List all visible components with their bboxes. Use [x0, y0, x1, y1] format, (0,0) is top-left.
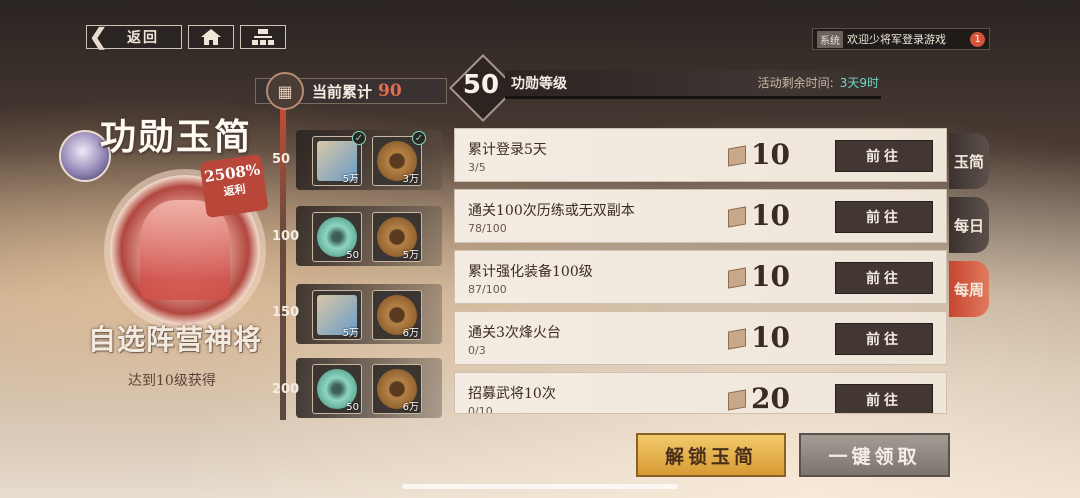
reward-slot[interactable]: 5万 [312, 290, 362, 340]
reward-count: 3万 [402, 174, 419, 185]
back-button[interactable]: ❮ 返回 [86, 24, 182, 50]
remaining-time: 活动剩余时间: 3天9时 [758, 74, 879, 91]
remaining-time-value: 3天9时 [839, 76, 879, 90]
task-name: 累计登录5天 [468, 142, 547, 158]
home-button[interactable] [188, 25, 234, 49]
claimed-check-icon: ✓ [352, 131, 366, 145]
reward-count: 50 [346, 250, 359, 261]
task-progress: 87/100 [468, 283, 507, 296]
level-label: 100 [272, 229, 300, 244]
hero-name: 自选阵营神将 [88, 323, 263, 356]
claim-all-button[interactable]: 一键领取 [799, 433, 950, 477]
task-points: 10 [751, 321, 790, 354]
task-points: 10 [751, 260, 790, 293]
go-button[interactable]: 前往 [835, 262, 933, 294]
task-row: 通关100次历练或无双副本 78/100 10 前往 [454, 189, 947, 243]
reward-count: 5万 [402, 250, 419, 261]
rebate-badge: 2508% 返利 [199, 153, 269, 219]
event-title: 功勋玉简 [100, 116, 253, 158]
hero-requirement: 达到10级获得 [128, 373, 216, 389]
task-name: 通关100次历练或无双副本 [468, 203, 635, 219]
reward-count: 5万 [342, 174, 359, 185]
task-progress: 3/5 [468, 161, 486, 174]
claimed-check-icon: ✓ [412, 131, 426, 145]
level-header: 功勋等级 活动剩余时间: 3天9时 [505, 70, 881, 99]
points-box-icon [728, 267, 746, 289]
level-label: 200 [272, 382, 300, 397]
task-progress: 0/10 [468, 405, 493, 414]
points-box-icon [728, 206, 746, 228]
level-header-label: 功勋等级 [511, 76, 567, 92]
task-row: 通关3次烽火台 0/3 10 前往 [454, 311, 947, 365]
task-progress: 78/100 [468, 222, 507, 235]
notice-badge: 1 [970, 31, 985, 47]
home-indicator[interactable] [402, 484, 678, 489]
level-track [280, 100, 286, 420]
task-points: 10 [751, 199, 790, 232]
points-box-icon [728, 145, 746, 167]
go-button[interactable]: 前往 [835, 201, 933, 233]
task-name: 招募武将10次 [468, 386, 556, 402]
tab-daily[interactable]: 每日 [949, 197, 989, 253]
task-name: 累计强化装备100级 [468, 264, 593, 280]
go-button[interactable]: 前往 [835, 384, 933, 413]
map-icon [252, 29, 274, 45]
go-button[interactable]: 前往 [835, 140, 933, 172]
level-label: 50 [272, 152, 291, 167]
task-row: 招募武将10次 0/10 20 前往 [454, 372, 947, 414]
notice-tag: 系统 [817, 30, 843, 48]
reward-slot[interactable]: 50 [312, 364, 362, 414]
reward-slot[interactable]: 6万 [372, 364, 422, 414]
progress-box-icon: ▦ [266, 72, 304, 110]
points-box-icon [728, 389, 746, 411]
hierarchy-button[interactable] [240, 25, 286, 49]
system-notice[interactable]: 系统 欢迎少将军登录游戏 1 [812, 28, 990, 50]
tab-yujian[interactable]: 玉简 [949, 133, 989, 189]
back-label: 返回 [127, 30, 159, 46]
reward-count: 6万 [402, 328, 419, 339]
level-label: 150 [272, 305, 300, 320]
notice-text: 欢迎少将军登录游戏 [847, 33, 946, 46]
task-points: 20 [751, 382, 790, 414]
progress-label: 当前累计 [312, 82, 373, 101]
go-button[interactable]: 前往 [835, 323, 933, 355]
task-points: 10 [751, 138, 790, 171]
task-name: 通关3次烽火台 [468, 325, 561, 341]
task-row: 累计登录5天 3/5 10 前往 [454, 128, 947, 182]
reward-slot[interactable]: 5万 [372, 212, 422, 262]
current-level: 50 [462, 70, 500, 100]
progress-value: 90 [378, 81, 402, 101]
home-icon [201, 29, 221, 45]
reward-count: 5万 [342, 328, 359, 339]
tab-weekly[interactable]: 每周 [949, 261, 989, 317]
reward-slot[interactable]: 50 [312, 212, 362, 262]
reward-count: 50 [346, 402, 359, 413]
points-box-icon [728, 328, 746, 350]
reward-count: 6万 [402, 402, 419, 413]
task-row: 累计强化装备100级 87/100 10 前往 [454, 250, 947, 304]
task-progress: 0/3 [468, 344, 486, 357]
back-arrow-icon: ❮ [89, 24, 108, 50]
remaining-time-label: 活动剩余时间: [757, 76, 834, 90]
reward-slot[interactable]: 6万 [372, 290, 422, 340]
unlock-button[interactable]: 解锁玉简 [636, 433, 786, 477]
